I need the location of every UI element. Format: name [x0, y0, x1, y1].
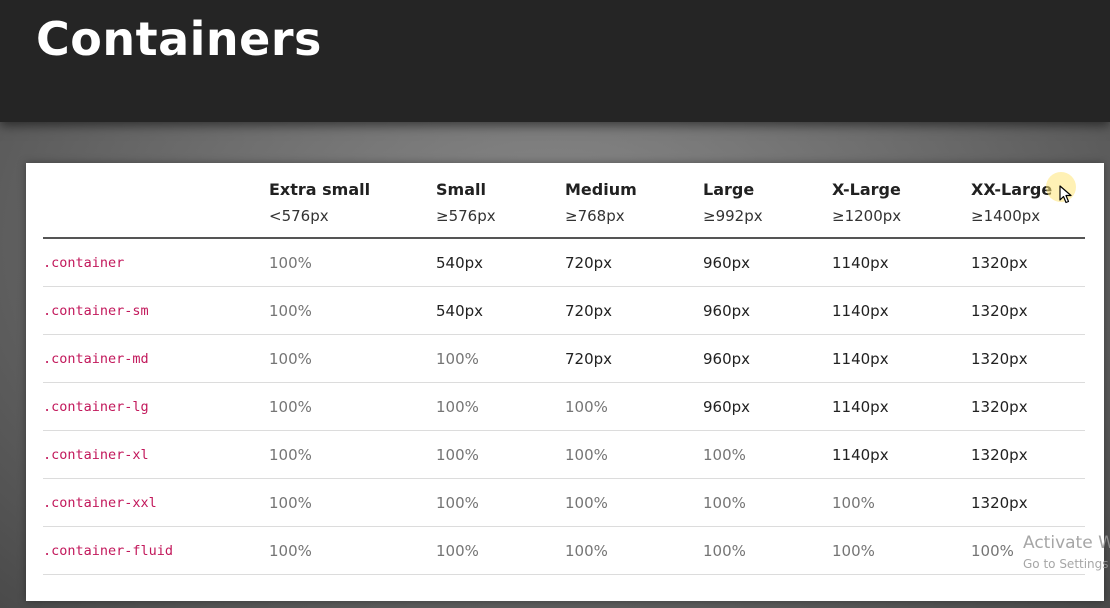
table-row: .container-md 100% 100% 720px 960px 1140… — [43, 334, 1085, 383]
max-width-cell: 540px — [436, 286, 565, 335]
container-class-name: .container-md — [43, 334, 269, 383]
max-width-cell: 100% — [436, 382, 565, 431]
breakpoint-name: Extra small — [269, 180, 371, 199]
mouse-pointer-icon — [1046, 172, 1076, 204]
breakpoint-name: Large — [703, 180, 755, 199]
max-width-cell: 100% — [436, 334, 565, 383]
max-width-cell: 100% — [269, 382, 436, 431]
max-width-cell: 100% — [565, 526, 703, 575]
max-width-cell: 100% — [436, 526, 565, 575]
max-width-cell: 720px — [565, 286, 703, 335]
max-width-cell: 100% — [703, 430, 832, 479]
header-large: Large ≥992px — [703, 173, 832, 239]
max-width-cell: 100% — [269, 334, 436, 383]
max-width-cell: 540px — [436, 238, 565, 287]
breakpoint-size: ≥1400px — [971, 207, 1041, 225]
page-title: Containers — [36, 12, 322, 66]
container-class-name: .container-xxl — [43, 478, 269, 527]
max-width-cell: 720px — [565, 334, 703, 383]
table-header-row: Extra small <576px Small ≥576px Medium ≥… — [43, 173, 1085, 239]
container-class-name: .container — [43, 238, 269, 287]
max-width-cell: 1140px — [832, 430, 971, 479]
max-width-cell: 1320px — [971, 382, 1085, 431]
max-width-cell: 1140px — [832, 286, 971, 335]
max-width-cell: 100% — [703, 526, 832, 575]
max-width-cell: 100% — [269, 430, 436, 479]
max-width-cell: 1320px — [971, 478, 1085, 527]
max-width-cell: 100% — [832, 478, 971, 527]
max-width-cell: 100% — [269, 238, 436, 287]
max-width-cell: 1140px — [832, 382, 971, 431]
breakpoint-size: ≥768px — [565, 207, 625, 225]
max-width-cell: 1320px — [971, 430, 1085, 479]
container-class-name: .container-fluid — [43, 526, 269, 575]
table-row: .container 100% 540px 720px 960px 1140px… — [43, 238, 1085, 287]
max-width-cell: 100% — [565, 382, 703, 431]
breakpoint-size: ≥576px — [436, 207, 496, 225]
max-width-cell: 100% — [436, 430, 565, 479]
header-extra-small: Extra small <576px — [269, 173, 436, 239]
container-class-name: .container-xl — [43, 430, 269, 479]
table-row: .container-xxl 100% 100% 100% 100% 100% … — [43, 478, 1085, 527]
container-class-name: .container-lg — [43, 382, 269, 431]
max-width-cell: 1140px — [832, 238, 971, 287]
max-width-cell: 960px — [703, 238, 832, 287]
max-width-cell: 1320px — [971, 238, 1085, 287]
header-small: Small ≥576px — [436, 173, 565, 239]
max-width-cell: 1320px — [971, 334, 1085, 383]
max-width-cell: 100% — [703, 478, 832, 527]
header-empty-cell — [43, 173, 269, 239]
table-row: .container-xl 100% 100% 100% 100% 1140px… — [43, 430, 1085, 479]
max-width-cell: 100% — [565, 478, 703, 527]
max-width-cell: 720px — [565, 238, 703, 287]
max-width-cell: 1320px — [971, 286, 1085, 335]
breakpoint-size: ≥992px — [703, 207, 763, 225]
max-width-cell: 100% — [565, 430, 703, 479]
watermark-subtitle: Go to Settings to activate Windows. — [1023, 557, 1110, 571]
breakpoint-table-panel: Extra small <576px Small ≥576px Medium ≥… — [26, 163, 1104, 601]
max-width-cell: 100% — [832, 526, 971, 575]
title-bar: Containers — [0, 0, 1110, 122]
breakpoint-size: ≥1200px — [832, 207, 902, 225]
max-width-cell: 960px — [703, 286, 832, 335]
breakpoint-name: X-Large — [832, 180, 901, 199]
max-width-cell: 100% — [269, 526, 436, 575]
header-medium: Medium ≥768px — [565, 173, 703, 239]
max-width-cell: 1140px — [832, 334, 971, 383]
max-width-cell: 960px — [703, 382, 832, 431]
max-width-cell: 100% — [269, 478, 436, 527]
container-breakpoint-table: Extra small <576px Small ≥576px Medium ≥… — [43, 173, 1085, 575]
activate-windows-watermark: Activate Windows Go to Settings to activ… — [1023, 532, 1110, 574]
max-width-cell: 960px — [703, 334, 832, 383]
header-x-large: X-Large ≥1200px — [832, 173, 971, 239]
table-row: .container-sm 100% 540px 720px 960px 114… — [43, 286, 1085, 335]
watermark-title: Activate Windows — [1023, 533, 1110, 553]
breakpoint-name: Medium — [565, 180, 637, 199]
container-class-name: .container-sm — [43, 286, 269, 335]
table-row: .container-fluid 100% 100% 100% 100% 100… — [43, 526, 1085, 575]
max-width-cell: 100% — [436, 478, 565, 527]
breakpoint-name: Small — [436, 180, 486, 199]
breakpoint-size: <576px — [269, 207, 329, 225]
max-width-cell: 100% — [269, 286, 436, 335]
table-row: .container-lg 100% 100% 100% 960px 1140p… — [43, 382, 1085, 431]
